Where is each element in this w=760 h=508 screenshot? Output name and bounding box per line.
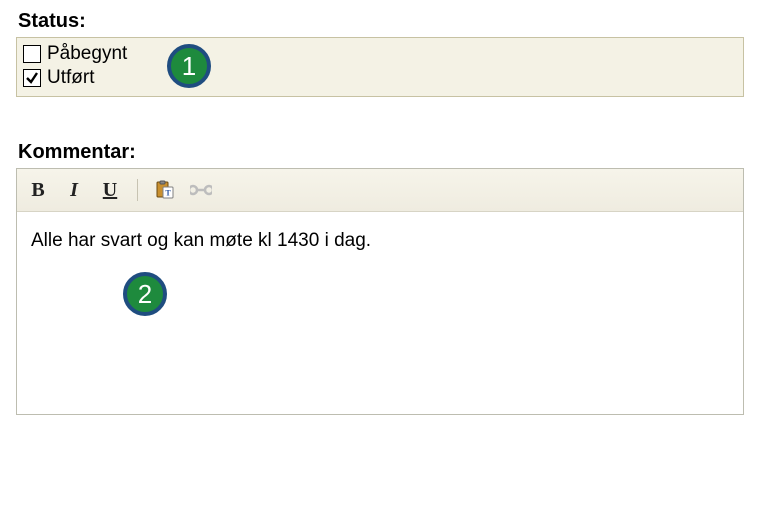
svg-text:T: T [165, 189, 171, 198]
link-icon [190, 183, 212, 197]
checkbox-pabegynt-label: Påbegynt [47, 42, 127, 66]
checkbox-utfort[interactable] [23, 69, 41, 87]
comment-label: Kommentar: [18, 141, 744, 164]
callout-badge-2: 2 [123, 272, 167, 316]
editor-textarea[interactable]: Alle har svart og kan møte kl 1430 i dag… [17, 212, 743, 414]
link-button[interactable] [190, 179, 212, 201]
status-option-utfort-row: Utført [23, 66, 737, 90]
checkbox-utfort-label: Utført [47, 66, 95, 90]
checkbox-pabegynt[interactable] [23, 45, 41, 63]
paste-text-button[interactable]: T [154, 179, 176, 201]
status-box: Påbegynt Utført 1 [16, 37, 744, 97]
clipboard-text-icon: T [155, 180, 175, 200]
comment-editor: B I U T [16, 168, 744, 415]
bold-button[interactable]: B [27, 179, 49, 201]
editor-toolbar: B I U T [17, 169, 743, 212]
toolbar-separator [137, 179, 138, 201]
check-icon [25, 71, 39, 85]
italic-button[interactable]: I [63, 179, 85, 201]
status-option-pabegynt-row: Påbegynt [23, 42, 737, 66]
status-label: Status: [18, 10, 744, 33]
editor-content-text: Alle har svart og kan møte kl 1430 i dag… [31, 230, 371, 251]
underline-button[interactable]: U [99, 179, 121, 201]
